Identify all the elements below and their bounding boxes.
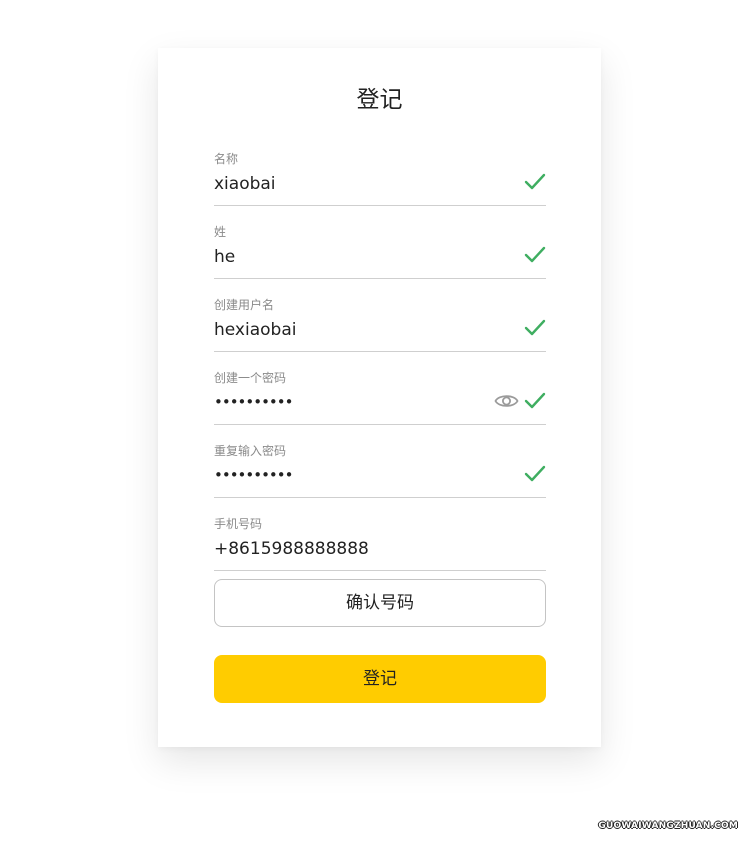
phone-field[interactable]: 手机号码 +8615988888888 xyxy=(214,516,546,571)
field-label: 创建用户名 xyxy=(214,298,275,312)
password-field[interactable]: 创建一个密码 •••••••••• xyxy=(214,370,546,425)
last-name-field[interactable]: 姓 he xyxy=(214,224,546,279)
check-icon xyxy=(524,246,546,263)
check-icon xyxy=(524,173,546,190)
registration-card: 登记 名称 xiaobai 姓 he 创建用户名 hexiaobai 创建一个密… xyxy=(158,48,601,747)
first-name-input[interactable]: xiaobai xyxy=(214,172,276,196)
confirm-password-input[interactable]: •••••••••• xyxy=(214,463,293,487)
eye-icon[interactable] xyxy=(494,391,519,411)
watermark: GUOWAIWANGZHUAN.COM xyxy=(598,821,738,831)
field-label: 手机号码 xyxy=(214,517,263,531)
username-field[interactable]: 创建用户名 hexiaobai xyxy=(214,297,546,352)
check-icon xyxy=(524,319,546,336)
check-icon xyxy=(524,465,546,482)
field-label: 重复输入密码 xyxy=(214,444,287,458)
confirm-phone-button[interactable]: 确认号码 xyxy=(214,579,546,627)
phone-input[interactable]: +8615988888888 xyxy=(214,537,369,561)
confirm-password-field[interactable]: 重复输入密码 •••••••••• xyxy=(214,443,546,498)
first-name-field[interactable]: 名称 xiaobai xyxy=(214,151,546,206)
field-label: 名称 xyxy=(214,152,239,166)
check-icon xyxy=(524,392,546,409)
password-input[interactable]: •••••••••• xyxy=(214,390,293,414)
last-name-input[interactable]: he xyxy=(214,245,235,269)
username-input[interactable]: hexiaobai xyxy=(214,318,296,342)
page-title: 登记 xyxy=(356,87,403,113)
field-label: 创建一个密码 xyxy=(214,371,287,385)
register-button[interactable]: 登记 xyxy=(214,655,546,703)
field-label: 姓 xyxy=(214,225,227,239)
